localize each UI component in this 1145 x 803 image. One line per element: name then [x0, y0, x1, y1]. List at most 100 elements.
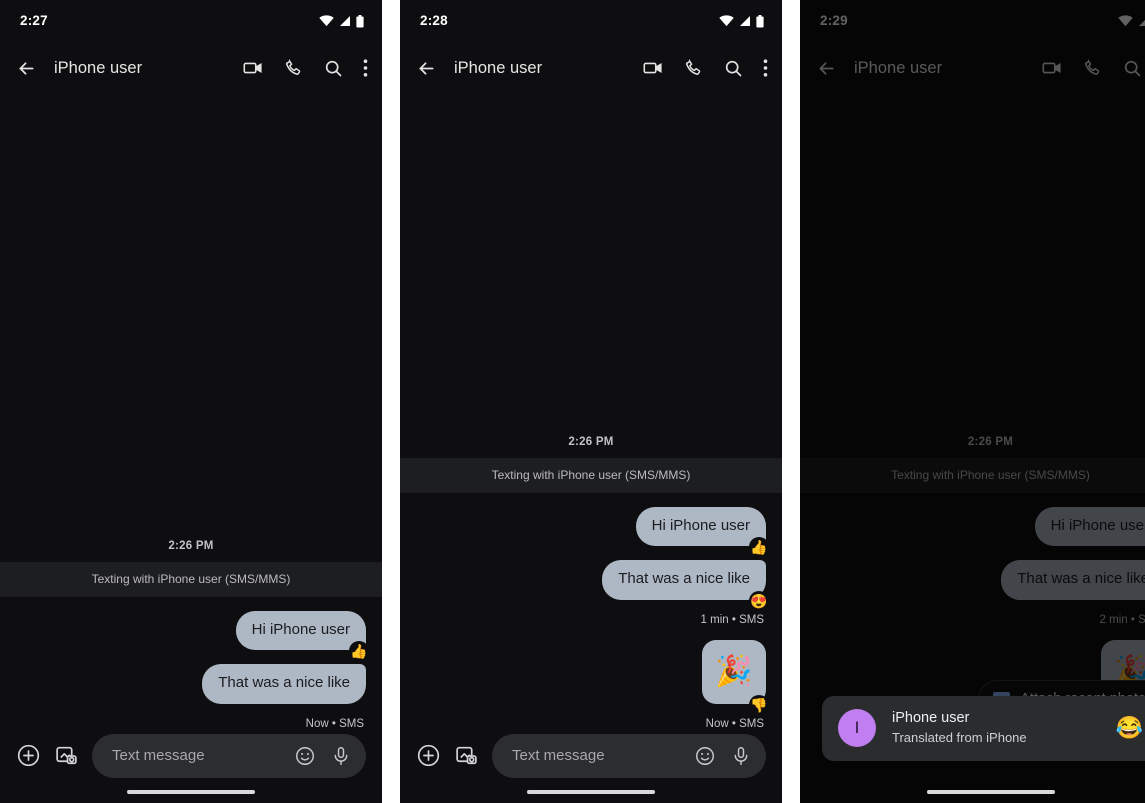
- status-time: 2:29: [820, 13, 848, 29]
- message-meta: 2 min • SMS: [1099, 614, 1145, 626]
- conversation-toolbar: iPhone user: [400, 42, 782, 94]
- message-meta: Now • SMS: [705, 718, 764, 730]
- toolbar-actions: [242, 57, 368, 79]
- status-time: 2:28: [420, 13, 448, 29]
- phone-call-icon[interactable]: [283, 58, 304, 79]
- toast-title: iPhone user: [892, 710, 970, 727]
- home-indicator[interactable]: [527, 790, 655, 794]
- overflow-menu-icon[interactable]: [763, 58, 768, 78]
- message-row[interactable]: That was a nice like 😂: [816, 560, 1145, 600]
- status-icon-group: [719, 14, 764, 28]
- conversation-toolbar: iPhone user: [0, 42, 382, 94]
- message-row[interactable]: Hi iPhone user 👍: [16, 610, 369, 662]
- battery-icon: [356, 14, 364, 28]
- back-arrow-icon[interactable]: [816, 58, 846, 79]
- message-thread: 2:26 PM Texting with iPhone user (SMS/MM…: [0, 531, 382, 730]
- day-timestamp: 2:26 PM: [967, 435, 1014, 448]
- cellular-signal-icon: [339, 15, 351, 27]
- conversation-title: iPhone user: [854, 58, 943, 77]
- message-bubble[interactable]: That was a nice like: [1001, 560, 1145, 600]
- home-indicator[interactable]: [127, 790, 255, 794]
- overflow-menu-icon[interactable]: [363, 58, 368, 78]
- message-bubble[interactable]: Hi iPhone user: [635, 506, 766, 547]
- wifi-icon: [319, 15, 334, 27]
- message-row[interactable]: Hi iPhone user 👍: [416, 506, 769, 558]
- message-composer: Text message: [400, 730, 782, 781]
- wifi-icon: [719, 15, 734, 27]
- phone-call-icon[interactable]: [683, 58, 704, 79]
- message-thread: 2:26 PM Texting with iPhone user (SMS/MM…: [400, 427, 782, 730]
- status-bar: 2:27: [0, 0, 382, 42]
- video-call-icon[interactable]: [242, 57, 264, 79]
- avatar: I: [838, 709, 876, 747]
- day-timestamp: 2:26 PM: [168, 539, 214, 552]
- message-input-field[interactable]: Text message: [492, 733, 766, 778]
- message-input-field[interactable]: Text message: [92, 733, 366, 778]
- gallery-camera-icon[interactable]: [454, 743, 479, 768]
- phone-call-icon[interactable]: [1082, 58, 1103, 79]
- toolbar-actions: [1041, 57, 1145, 79]
- screenshot-filmstrip: 2:27 iPhone user 2:26 PM Texting with iP…: [0, 0, 1145, 803]
- phone-screen-1: 2:27 iPhone user 2:26 PM Texting with iP…: [0, 0, 382, 803]
- phone-screen-2: 2:28 iPhone user 2:26 PM Texting with iP…: [400, 0, 782, 803]
- message-bubble[interactable]: That was a nice like: [602, 560, 766, 600]
- search-icon[interactable]: [723, 58, 744, 79]
- message-row[interactable]: That was a nice like: [16, 664, 366, 704]
- emoji-icon[interactable]: [694, 745, 716, 767]
- gallery-camera-icon[interactable]: [54, 743, 79, 768]
- video-call-icon[interactable]: [1041, 57, 1063, 79]
- conversation-title: iPhone user: [54, 58, 143, 77]
- thumbs-up-reaction[interactable]: 👍: [349, 641, 369, 662]
- toast-subtitle: Translated from iPhone: [892, 730, 1027, 746]
- message-bubble[interactable]: That was a nice like: [202, 664, 366, 704]
- back-arrow-icon[interactable]: [416, 58, 446, 79]
- system-navigation-bar: [0, 781, 382, 803]
- phone-screen-3: 2:29 iPhone user 2:26 PM Texting with iP…: [800, 0, 1145, 803]
- add-attachment-icon[interactable]: [16, 743, 41, 768]
- day-timestamp: 2:26 PM: [568, 435, 614, 448]
- heart-eyes-reaction[interactable]: 😍: [749, 591, 769, 611]
- search-icon[interactable]: [323, 58, 344, 79]
- laughing-emoji: 😂: [1115, 715, 1143, 740]
- system-navigation-bar: [800, 781, 1145, 803]
- video-call-icon[interactable]: [642, 57, 664, 79]
- panel-gap: [782, 0, 800, 803]
- message-bubble[interactable]: Hi iPhone user: [1034, 506, 1145, 547]
- message-input-placeholder[interactable]: Text message: [512, 747, 680, 764]
- battery-icon: [756, 14, 764, 28]
- conversation-title: iPhone user: [454, 58, 543, 77]
- cellular-signal-icon: [1138, 15, 1145, 27]
- home-indicator[interactable]: [926, 790, 1055, 794]
- system-navigation-bar: [400, 781, 782, 803]
- thumbs-up-reaction[interactable]: 👍: [749, 537, 769, 558]
- sms-mms-banner: Texting with iPhone user (SMS/MMS): [0, 561, 382, 597]
- microphone-icon[interactable]: [330, 745, 352, 767]
- search-icon[interactable]: [1122, 58, 1143, 79]
- back-arrow-icon[interactable]: [16, 58, 46, 79]
- thumbs-down-reaction[interactable]: 👎: [749, 695, 769, 715]
- add-attachment-icon[interactable]: [416, 743, 441, 768]
- status-time: 2:27: [20, 13, 48, 29]
- sms-mms-banner: Texting with iPhone user (SMS/MMS): [800, 457, 1145, 493]
- message-row[interactable]: That was a nice like 😍: [416, 560, 769, 611]
- toast-text-group: iPhone user Translated from iPhone: [892, 709, 1100, 746]
- status-icon-group: [1118, 15, 1145, 28]
- message-meta: Now • SMS: [305, 718, 364, 730]
- translation-notification-toast[interactable]: I iPhone user Translated from iPhone 😂: [822, 696, 1145, 761]
- toolbar-actions: [642, 57, 768, 79]
- emoji-icon[interactable]: [294, 745, 316, 767]
- status-icon-group: [319, 14, 364, 28]
- image-message-row[interactable]: 🎉 👎: [416, 640, 769, 715]
- message-bubble[interactable]: Hi iPhone user: [235, 610, 366, 651]
- panel-gap: [382, 0, 400, 803]
- message-row[interactable]: Hi iPhone user 👍: [816, 506, 1145, 547]
- message-composer: Text message: [0, 730, 382, 781]
- conversation-toolbar: iPhone user: [800, 42, 1145, 94]
- message-input-placeholder[interactable]: Text message: [112, 747, 280, 764]
- status-bar: 2:28: [400, 0, 782, 42]
- cellular-signal-icon: [739, 15, 751, 27]
- sms-mms-banner: Texting with iPhone user (SMS/MMS): [400, 457, 782, 493]
- microphone-icon[interactable]: [730, 745, 752, 767]
- status-bar: 2:29: [800, 0, 1145, 42]
- message-meta: 1 min • SMS: [700, 614, 764, 626]
